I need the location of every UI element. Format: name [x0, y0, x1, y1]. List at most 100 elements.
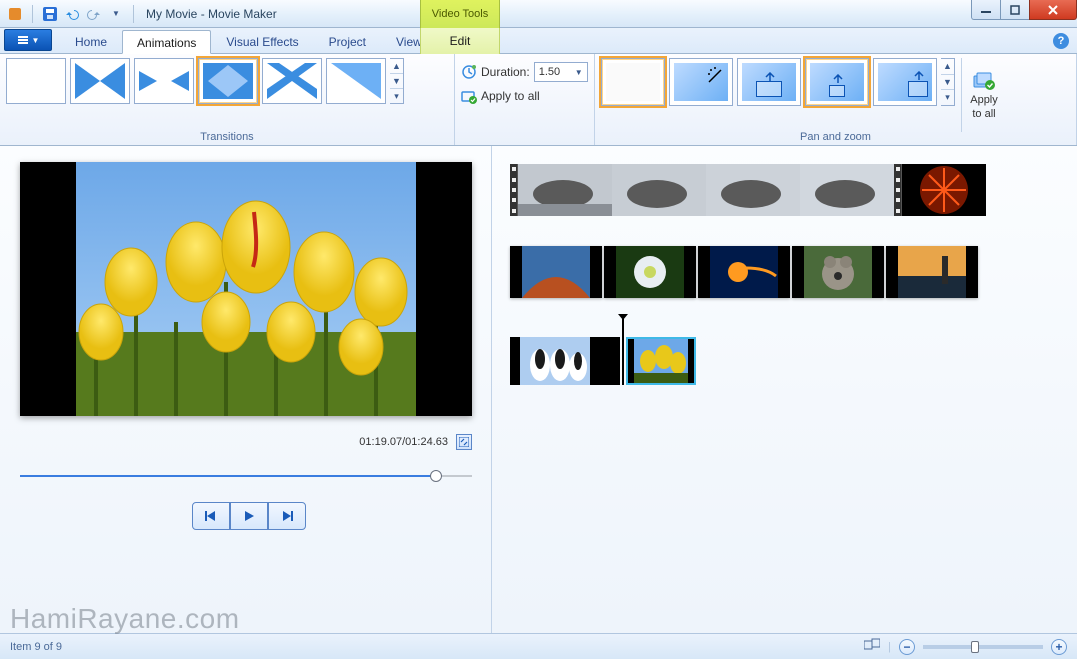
status-item-count: Item 9 of 9: [10, 641, 62, 653]
duration-row: Duration: 1.50 ▼: [461, 62, 588, 82]
quick-access-toolbar: ▼: [0, 5, 138, 23]
storyboard-pane[interactable]: [492, 146, 1077, 633]
transition-crossfade[interactable]: [70, 58, 130, 104]
clip-thumbnail-selected[interactable]: [626, 337, 696, 385]
panzoom-auto[interactable]: [669, 58, 733, 106]
view-toggle-button[interactable]: [864, 638, 880, 655]
clip-thumbnail[interactable]: [800, 164, 894, 216]
transition-diagonal-cross[interactable]: [262, 58, 322, 104]
undo-button[interactable]: [63, 5, 81, 23]
filmstrip-sprocket: [894, 164, 902, 216]
tab-animations[interactable]: Animations: [122, 30, 211, 54]
transition-pinwheel[interactable]: [134, 58, 194, 104]
playhead[interactable]: [622, 319, 624, 385]
scroll-up-icon[interactable]: ▲: [941, 59, 954, 75]
clip-thumbnail[interactable]: [510, 337, 600, 385]
time-display: 01:19.07/01:24.63: [359, 436, 448, 448]
chevron-down-icon: ▼: [575, 68, 583, 77]
time-row: 01:19.07/01:24.63: [20, 434, 472, 450]
clip-row-1: [510, 164, 1057, 216]
seek-slider[interactable]: [20, 468, 472, 484]
transitions-gallery-scroll[interactable]: ▲ ▼ ▾: [390, 58, 404, 104]
ribbon: ▲ ▼ ▾ Transitions Duration: 1.50 ▼ Apply…: [0, 54, 1077, 146]
title-bar: ▼ My Movie - Movie Maker Video Tools: [0, 0, 1077, 28]
clip-thumbnail[interactable]: [792, 246, 884, 298]
preview-image: [76, 162, 416, 416]
wand-icon: [707, 66, 725, 84]
document-title: My Movie: [146, 7, 197, 21]
clip-thumbnail[interactable]: [612, 164, 706, 216]
transition-reveal[interactable]: [326, 58, 386, 104]
scroll-down-icon[interactable]: ▼: [941, 75, 954, 91]
apply-to-all-transitions[interactable]: Apply to all: [461, 88, 588, 104]
zoom-in-button[interactable]: +: [1051, 639, 1067, 655]
apply-all-icon: [973, 70, 995, 92]
duration-value: 1.50: [539, 66, 560, 78]
zoom-thumb[interactable]: [971, 641, 979, 653]
contextual-tab-label: Video Tools: [420, 0, 500, 28]
fullscreen-icon: [459, 437, 469, 447]
ribbon-tab-strip: ▼ Home Animations Visual Effects Project…: [0, 28, 1077, 54]
content-area: 01:19.07/01:24.63: [0, 146, 1077, 633]
arrow-up-icon: [833, 74, 843, 84]
panzoom-pan-out-right[interactable]: [873, 58, 937, 106]
tab-edit[interactable]: Edit: [420, 28, 500, 54]
transition-diamond[interactable]: [198, 58, 258, 104]
seek-thumb[interactable]: [430, 470, 442, 482]
minimize-button[interactable]: [971, 0, 1001, 20]
clip-thumbnail[interactable]: [510, 246, 602, 298]
scroll-up-icon[interactable]: ▲: [390, 59, 403, 74]
preview-pane: 01:19.07/01:24.63: [0, 146, 492, 633]
apply-to-all-panzoom[interactable]: Apply to all: [961, 58, 1006, 132]
status-bar: Item 9 of 9 | − +: [0, 633, 1077, 659]
help-button[interactable]: ?: [1053, 33, 1069, 49]
panzoom-gallery-scroll[interactable]: ▲ ▼ ▾: [941, 58, 955, 106]
apply-all-line1: Apply: [970, 94, 998, 106]
duration-label: Duration:: [481, 65, 530, 79]
window-title: My Movie - Movie Maker: [146, 7, 277, 21]
video-preview[interactable]: [20, 162, 472, 416]
maximize-button[interactable]: [1000, 0, 1030, 20]
transitions-group-label: Transitions: [0, 131, 454, 143]
app-title: Movie Maker: [208, 7, 277, 21]
clip-thumbnail[interactable]: [518, 164, 612, 216]
clip-thumbnail[interactable]: [600, 337, 620, 385]
clip-thumbnail[interactable]: [706, 164, 800, 216]
clip-thumbnail[interactable]: [604, 246, 696, 298]
panzoom-gallery: ▲ ▼ ▾ Apply to all: [601, 58, 1070, 132]
save-button[interactable]: [41, 5, 59, 23]
gallery-expand-icon[interactable]: ▾: [941, 90, 954, 105]
zoom-slider[interactable]: [923, 645, 1043, 649]
gallery-expand-icon[interactable]: ▾: [390, 89, 403, 103]
apply-all-icon: [461, 88, 477, 104]
previous-frame-button[interactable]: [192, 502, 230, 530]
tab-project[interactable]: Project: [314, 29, 381, 53]
duration-combobox[interactable]: 1.50 ▼: [534, 62, 588, 82]
transition-none[interactable]: [6, 58, 66, 104]
clip-thumbnail[interactable]: [698, 246, 790, 298]
panzoom-none[interactable]: [601, 58, 665, 106]
clip-row-3: [510, 328, 1057, 394]
app-icon: [6, 5, 24, 23]
file-menu-button[interactable]: ▼: [4, 29, 52, 51]
scroll-down-icon[interactable]: ▼: [390, 74, 403, 89]
next-frame-button[interactable]: [268, 502, 306, 530]
panzoom-zoom-out-center[interactable]: [737, 58, 801, 106]
window-controls: [972, 0, 1077, 20]
panzoom-group-label: Pan and zoom: [595, 131, 1076, 143]
separator: [133, 5, 134, 23]
fullscreen-button[interactable]: [456, 434, 472, 450]
clip-thumbnail[interactable]: [902, 164, 986, 216]
clip-thumbnail[interactable]: [886, 246, 978, 298]
tab-home[interactable]: Home: [60, 29, 122, 53]
tab-visual-effects[interactable]: Visual Effects: [211, 29, 313, 53]
qat-customize-dropdown[interactable]: ▼: [107, 5, 125, 23]
panzoom-zoom-out-bottom[interactable]: [805, 58, 869, 106]
separator: [32, 5, 33, 23]
zoom-out-button[interactable]: −: [899, 639, 915, 655]
redo-button[interactable]: [85, 5, 103, 23]
apply-all-label: Apply to all: [481, 89, 540, 103]
play-button[interactable]: [230, 502, 268, 530]
filmstrip-sprocket: [510, 164, 518, 216]
close-button[interactable]: [1029, 0, 1077, 20]
